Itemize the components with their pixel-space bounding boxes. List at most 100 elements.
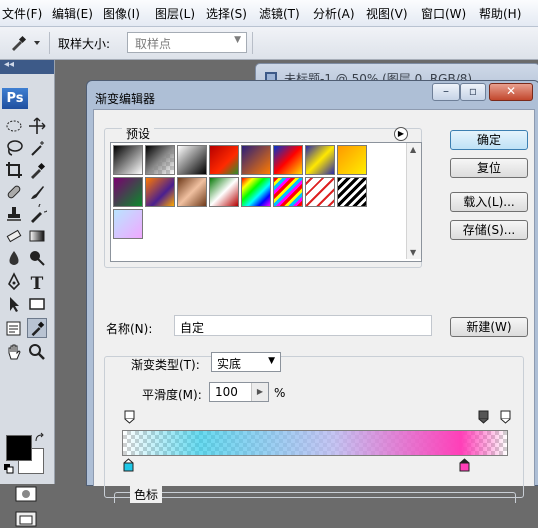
color-stop-left[interactable] <box>123 458 134 472</box>
crop-tool-icon[interactable] <box>4 160 24 180</box>
preset-swatch[interactable] <box>241 145 271 175</box>
preset-swatch[interactable] <box>273 145 303 175</box>
presets-menu-icon[interactable]: ▶ <box>394 127 408 141</box>
smoothness-value: 100 <box>215 385 238 399</box>
scroll-down-icon[interactable]: ▼ <box>410 248 416 257</box>
quick-mask-icon[interactable] <box>14 485 38 503</box>
opacity-stop-right[interactable] <box>500 410 511 424</box>
preset-swatch[interactable] <box>209 177 239 207</box>
hand-tool-icon[interactable] <box>4 342 24 362</box>
menu-file[interactable]: 文件(F) <box>2 5 42 22</box>
menu-filter[interactable]: 滤镜(T) <box>259 5 300 22</box>
close-button[interactable]: ✕ <box>489 83 533 101</box>
zoom-tool-icon[interactable] <box>27 342 47 362</box>
eyedropper-icon <box>31 321 45 337</box>
preset-swatch[interactable] <box>113 177 143 207</box>
default-colors-icon[interactable] <box>3 463 15 475</box>
preset-list: ▲ ▼ <box>110 142 422 262</box>
scroll-up-icon[interactable]: ▲ <box>410 145 416 154</box>
healing-brush-icon[interactable] <box>4 182 24 202</box>
minimize-button[interactable]: – <box>432 83 460 101</box>
eyedropper-icon <box>12 35 40 51</box>
marquee-tool-icon[interactable] <box>4 116 24 136</box>
chevron-down-icon: ▼ <box>234 35 241 45</box>
preset-swatch[interactable] <box>337 177 367 207</box>
preset-scrollbar[interactable]: ▲ ▼ <box>406 143 421 259</box>
history-brush-icon[interactable] <box>27 204 47 224</box>
ok-button[interactable]: 确定 <box>450 130 528 150</box>
preset-swatch[interactable] <box>241 177 271 207</box>
gradient-type-select[interactable]: 实底 ▼ <box>211 352 281 372</box>
type-tool-icon[interactable]: T <box>27 272 47 292</box>
gradient-type-label: 渐变类型(T): <box>131 358 200 372</box>
color-stop-right[interactable] <box>459 458 470 472</box>
pen-tool-icon[interactable] <box>4 272 24 292</box>
opacity-stop-midpoint[interactable] <box>478 410 489 424</box>
preset-swatch[interactable] <box>145 145 175 175</box>
color-stops-group <box>114 492 516 503</box>
brush-tool-icon[interactable] <box>27 182 47 202</box>
reset-button[interactable]: 复位 <box>450 158 528 178</box>
dialog-body: 预设 ▶ ▲ ▼ 确定 复位 载入(L)... 存储(S)... 名称(N): … <box>93 109 535 503</box>
gradient-preview-bar[interactable] <box>122 430 508 456</box>
preset-swatch[interactable] <box>337 145 367 175</box>
notes-tool-icon[interactable] <box>4 318 24 338</box>
dodge-tool-icon[interactable] <box>27 248 47 268</box>
gradient-editor-dialog: 渐变编辑器 – ▫ ✕ 预设 ▶ ▲ ▼ 确定 复位 载入(L)... 存储(S… <box>86 80 538 503</box>
menu-image[interactable]: 图像(I) <box>103 5 140 22</box>
screen-mode-icon[interactable] <box>14 510 38 528</box>
eraser-tool-icon[interactable] <box>4 226 24 246</box>
gradient-tool-icon[interactable] <box>27 226 47 246</box>
dialog-title: 渐变编辑器 <box>95 92 156 106</box>
smoothness-label: 平滑度(M): <box>142 388 202 402</box>
lasso-tool-icon[interactable] <box>4 138 24 158</box>
magic-wand-icon[interactable] <box>27 138 47 158</box>
menu-edit[interactable]: 编辑(E) <box>52 5 93 22</box>
smoothness-input[interactable]: 100 ▶ <box>209 382 269 402</box>
swap-colors-icon[interactable] <box>34 432 46 444</box>
preset-swatch[interactable] <box>113 145 143 175</box>
opacity-stop-left[interactable] <box>124 410 135 424</box>
save-button[interactable]: 存储(S)... <box>450 220 528 240</box>
preset-swatch[interactable] <box>177 145 207 175</box>
new-button[interactable]: 新建(W) <box>450 317 528 337</box>
name-label: 名称(N): <box>106 322 153 336</box>
blur-tool-icon[interactable] <box>4 248 24 268</box>
preset-swatch[interactable] <box>305 177 335 207</box>
name-field[interactable]: 自定 <box>174 315 432 336</box>
separator <box>252 32 253 54</box>
tools-panel: ◂◂ Ps T <box>0 59 55 527</box>
preset-swatch[interactable] <box>273 177 303 207</box>
svg-text:T: T <box>31 274 44 292</box>
preset-swatch[interactable] <box>209 145 239 175</box>
menu-analysis[interactable]: 分析(A) <box>313 5 355 22</box>
sample-size-select[interactable]: 取样点 ▼ <box>127 32 247 53</box>
chevron-right-icon[interactable]: ▶ <box>251 383 268 401</box>
move-tool-icon[interactable] <box>27 116 47 136</box>
color-stops-label: 色标 <box>130 486 163 503</box>
eyedropper-tool-selected[interactable] <box>27 318 47 338</box>
tool-preset-picker[interactable] <box>8 33 42 53</box>
load-button[interactable]: 载入(L)... <box>450 192 528 212</box>
preset-swatch[interactable] <box>177 177 207 207</box>
sample-size-label: 取样大小: <box>58 37 111 51</box>
rectangle-tool-icon[interactable] <box>27 294 47 314</box>
menu-bar: 文件(F) 编辑(E) 图像(I) 图层(L) 选择(S) 滤镜(T) 分析(A… <box>0 0 538 27</box>
menu-view[interactable]: 视图(V) <box>366 5 408 22</box>
foreground-color-swatch[interactable] <box>6 435 32 461</box>
menu-help[interactable]: 帮助(H) <box>479 5 521 22</box>
preset-swatch[interactable] <box>145 177 175 207</box>
path-selection-icon[interactable] <box>4 294 24 314</box>
options-bar: 取样大小: 取样点 ▼ <box>0 27 538 60</box>
preset-swatch[interactable] <box>305 145 335 175</box>
menu-layer[interactable]: 图层(L) <box>155 5 195 22</box>
maximize-button[interactable]: ▫ <box>460 83 486 101</box>
gradient-fill <box>123 431 507 455</box>
clone-stamp-icon[interactable] <box>4 204 24 224</box>
menu-select[interactable]: 选择(S) <box>206 5 247 22</box>
name-value: 自定 <box>180 321 205 335</box>
eyedropper-tool-icon[interactable] <box>27 160 47 180</box>
tools-panel-header[interactable]: ◂◂ <box>0 59 54 74</box>
menu-window[interactable]: 窗口(W) <box>421 5 466 22</box>
preset-swatch[interactable] <box>113 209 143 239</box>
